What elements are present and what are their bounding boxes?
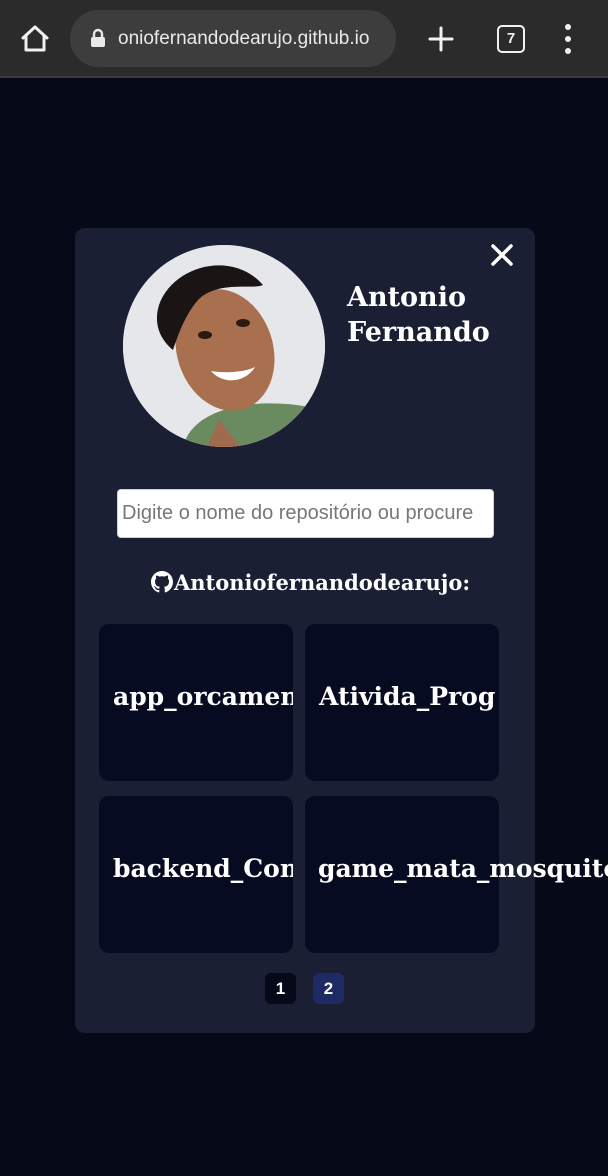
home-icon[interactable] (16, 20, 54, 58)
profile-modal: Antonio Fernando Antoniofernandodearujo:… (75, 228, 608, 1033)
page-button-2[interactable]: 2 (313, 973, 344, 1004)
close-icon[interactable] (489, 242, 515, 268)
new-tab-icon[interactable] (424, 20, 458, 58)
github-user-heading: Antoniofernandodearujo: (151, 569, 470, 597)
browser-toolbar: oniofernandodearujo.github.io 7 (0, 0, 608, 78)
url-text: oniofernandodearujo.github.io (118, 28, 370, 49)
repo-title: backend_Contr (113, 854, 293, 883)
github-username: Antoniofernandodearujo: (174, 570, 471, 595)
address-bar[interactable]: oniofernandodearujo.github.io (70, 10, 396, 67)
repo-title: game_mata_mosquito (318, 854, 608, 883)
repo-title: app_orcamento (113, 682, 293, 711)
more-menu-icon[interactable] (556, 22, 580, 56)
page-button-1[interactable]: 1 (265, 973, 296, 1004)
lock-icon (90, 28, 106, 48)
repo-card[interactable]: game_mata_mosquito (305, 796, 608, 953)
repo-title: Ativida_Prog (319, 682, 496, 711)
profile-name: Antonio Fernando (347, 282, 490, 348)
repo-card[interactable]: Ativida_Prog (305, 624, 499, 781)
tab-switcher-button[interactable]: 7 (497, 25, 525, 53)
github-icon (151, 571, 173, 593)
repo-search-input[interactable] (117, 489, 494, 538)
avatar (123, 245, 325, 447)
repo-card[interactable]: app_orcamento (99, 624, 293, 781)
repo-card[interactable]: backend_Contr (99, 796, 293, 953)
